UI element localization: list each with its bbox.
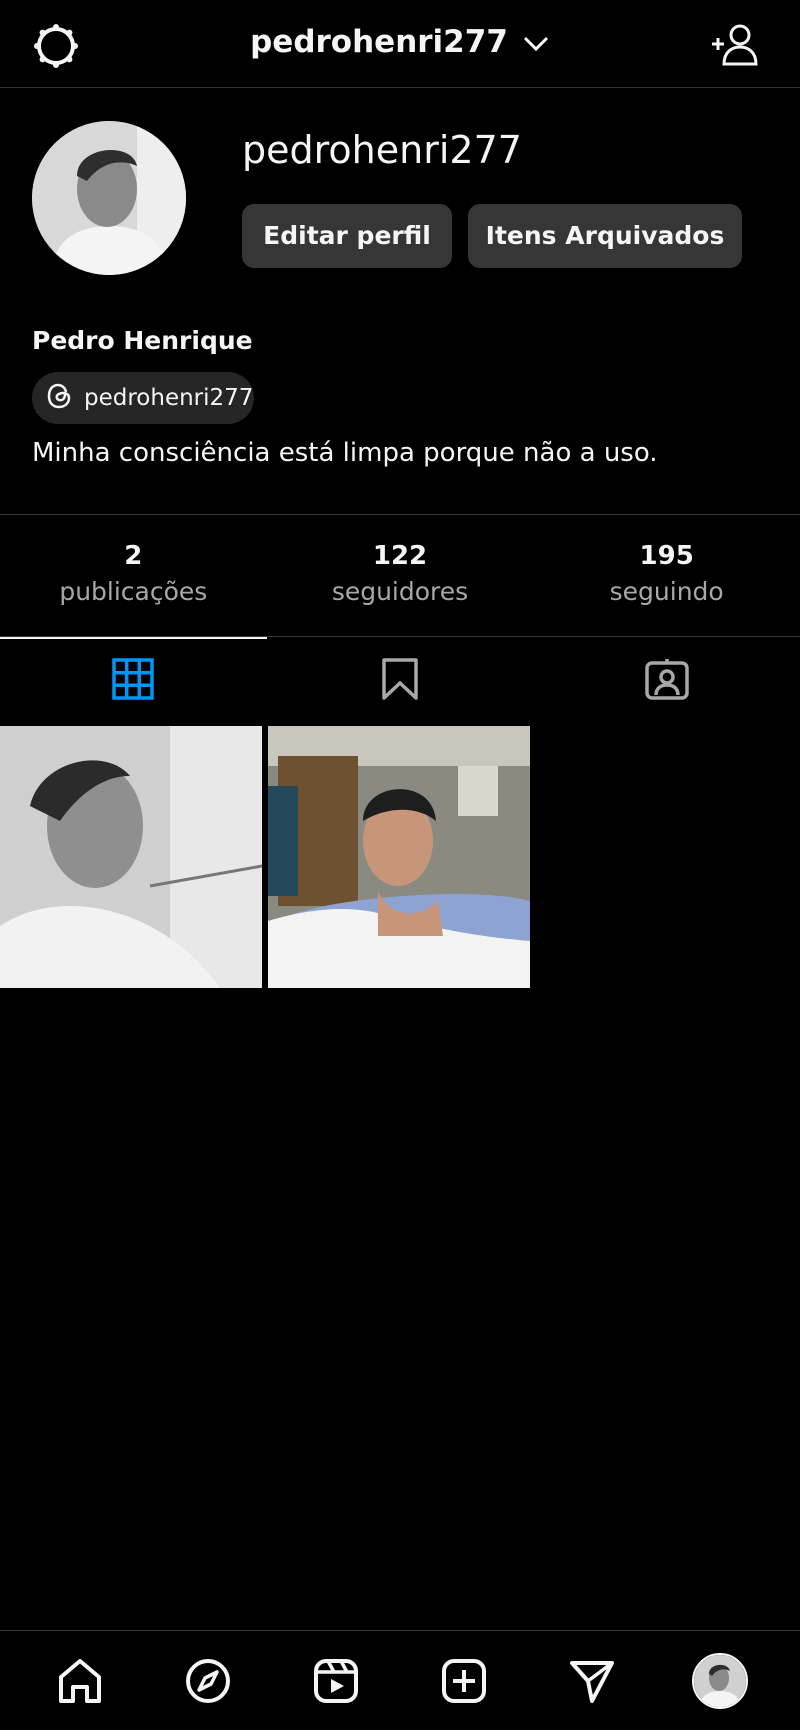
explore-icon[interactable]	[182, 1655, 234, 1707]
stat-followers-value: 122	[372, 541, 428, 571]
archived-items-button[interactable]: Itens Arquivados	[468, 204, 742, 268]
profile-avatar-nav[interactable]	[692, 1653, 748, 1709]
threads-icon	[46, 382, 74, 414]
account-switcher[interactable]: pedrohenri277	[0, 24, 800, 62]
full-name: Pedro Henrique	[32, 326, 253, 355]
home-icon[interactable]	[54, 1655, 106, 1707]
edit-profile-button[interactable]: Editar perfil	[242, 204, 452, 268]
stat-followers-label: seguidores	[331, 577, 469, 606]
top-bar: pedrohenri277	[0, 0, 800, 88]
grid-icon	[112, 658, 155, 704]
stat-posts-label: publicações	[59, 577, 208, 606]
stat-following[interactable]: 195 seguindo	[533, 515, 800, 636]
threads-link[interactable]: pedrohenri277	[32, 372, 254, 424]
stat-posts-value: 2	[124, 541, 143, 571]
tagged-icon	[644, 657, 690, 705]
header-username: pedrohenri277	[250, 24, 508, 60]
post-thumbnail[interactable]	[0, 726, 262, 988]
tab-posts[interactable]	[0, 637, 267, 725]
stat-followers[interactable]: 122 seguidores	[267, 515, 534, 636]
threads-handle: pedrohenri277	[84, 385, 254, 411]
profile-avatar[interactable]	[32, 121, 186, 275]
bookmark-icon	[381, 657, 419, 705]
stat-posts: 2 publicações	[0, 515, 267, 636]
stat-following-label: seguindo	[609, 577, 724, 606]
tab-tagged[interactable]	[533, 637, 800, 725]
reels-icon[interactable]	[310, 1655, 362, 1707]
bottom-navigation	[0, 1630, 800, 1730]
profile-username: pedrohenri277	[242, 128, 522, 172]
post-thumbnail[interactable]	[268, 726, 530, 988]
create-icon[interactable]	[438, 1655, 490, 1707]
chevron-down-icon	[522, 26, 550, 62]
add-user-icon[interactable]	[710, 22, 760, 68]
stat-following-value: 195	[639, 541, 694, 571]
content-tabs	[0, 637, 800, 725]
direct-icon[interactable]	[566, 1655, 618, 1707]
tab-saved[interactable]	[267, 637, 534, 725]
profile-stats: 2 publicações 122 seguidores 195 seguind…	[0, 514, 800, 637]
bio: Minha consciência está limpa porque não …	[32, 438, 658, 468]
